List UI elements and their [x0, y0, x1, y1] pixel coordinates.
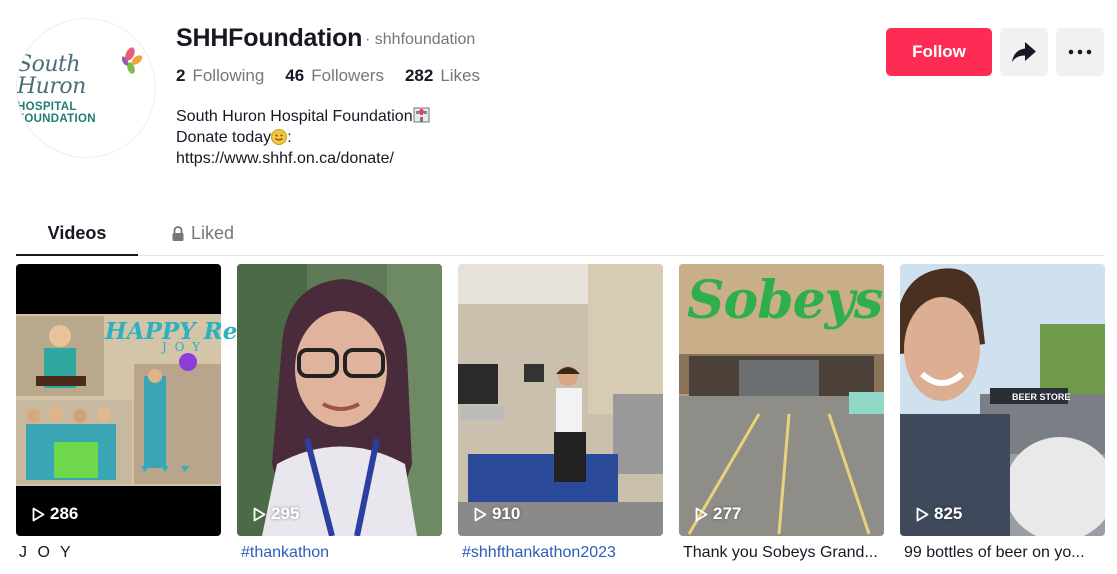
video-thumbnail [458, 264, 663, 536]
profile-bio: South Huron Hospital Foundation Donate t… [176, 106, 430, 169]
view-count-value: 825 [934, 504, 963, 523]
follow-button[interactable]: Follow [886, 28, 992, 76]
more-icon [1068, 49, 1092, 55]
play-icon [32, 507, 45, 521]
profile-tabs: Videos Liked [16, 213, 1105, 256]
video-caption[interactable]: Thank you Sobeys Grand... [683, 544, 888, 562]
more-button[interactable] [1056, 28, 1104, 76]
nickname: · shhfoundation [365, 31, 476, 48]
smile-emoji-icon [271, 129, 288, 145]
video-caption[interactable]: #shhfthankathon2023 [462, 544, 667, 562]
video-caption[interactable]: J O Y [19, 544, 224, 562]
likes-label: Likes [440, 66, 481, 85]
video-card[interactable]: BEER STORE 825 [900, 264, 1105, 536]
bio-line-1: South Huron Hospital Foundation [176, 108, 413, 125]
avatar[interactable]: South Huron HOSPITAL FOUNDATION [16, 18, 156, 158]
view-count-value: 286 [50, 504, 79, 523]
play-icon [474, 507, 487, 521]
tab-videos[interactable]: Videos [16, 223, 138, 244]
view-count: 295 [253, 504, 299, 524]
video-card[interactable]: 910 [458, 264, 663, 536]
view-count: 910 [474, 504, 520, 524]
play-icon [916, 507, 929, 521]
donate-link[interactable]: https://www.shhf.on.ca/donate/ [176, 148, 430, 169]
bio-line-2-suffix: : [287, 129, 292, 146]
followers-count: 46 [285, 66, 305, 85]
video-thumbnail [900, 264, 1105, 536]
avatar-logo-subtext: HOSPITAL FOUNDATION [17, 100, 96, 125]
thumbnail-overlay-text: BEER STORE [1012, 392, 1071, 402]
profile-stats: 2 Following 46 Followers 282 Likes [176, 66, 480, 86]
view-count-value: 277 [713, 504, 742, 523]
followers-label: Followers [311, 66, 384, 85]
play-icon [253, 507, 266, 521]
username: SHHFoundation [176, 24, 363, 52]
view-count: 277 [695, 504, 741, 524]
view-count: 286 [32, 504, 78, 524]
tab-liked-label: Liked [191, 223, 235, 243]
thumbnail-overlay-text: Sobeys [687, 270, 883, 331]
thumbnail-overlay-subtext: J O Y [162, 340, 203, 354]
tab-liked[interactable]: Liked [171, 223, 234, 244]
logo-leaves-icon [122, 47, 143, 74]
video-card[interactable]: 295 [237, 264, 442, 536]
bio-line-2: Donate today [176, 129, 272, 146]
video-card[interactable]: 286 [16, 264, 221, 536]
lock-icon [172, 225, 184, 241]
view-count: 825 [916, 504, 962, 524]
share-icon [1012, 42, 1036, 62]
stat-following[interactable]: 2 Following [176, 66, 264, 86]
following-label: Following [192, 66, 265, 85]
share-button[interactable] [1000, 28, 1048, 76]
view-count-value: 910 [492, 504, 521, 523]
active-tab-indicator [16, 254, 138, 256]
video-thumbnail [237, 264, 442, 536]
stat-followers[interactable]: 46 Followers [285, 66, 384, 86]
video-caption[interactable]: 99 bottles of beer on yo... [904, 544, 1109, 562]
view-count-value: 295 [271, 504, 300, 523]
following-count: 2 [176, 66, 186, 85]
likes-count: 282 [404, 66, 434, 85]
video-card[interactable]: Sobeys 277 [679, 264, 884, 536]
video-caption[interactable]: #thankathon [241, 544, 446, 562]
hospital-emoji-icon [413, 106, 430, 123]
video-thumbnail [16, 264, 221, 536]
play-icon [695, 507, 708, 521]
stat-likes: 282 Likes [405, 66, 480, 86]
